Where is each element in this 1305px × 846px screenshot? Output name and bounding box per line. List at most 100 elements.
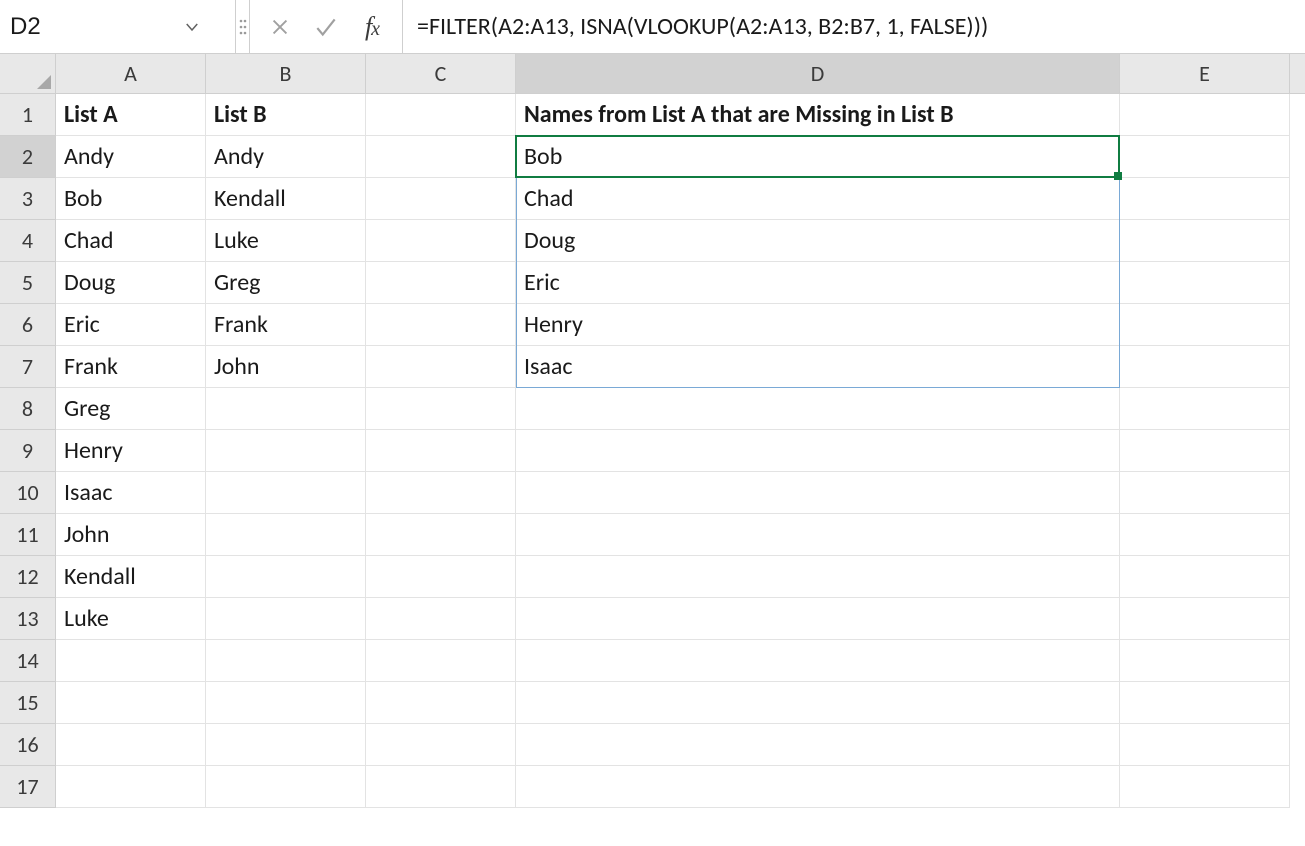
cell-B16[interactable] <box>206 724 366 766</box>
cell-C15[interactable] <box>366 682 516 724</box>
formula-input[interactable] <box>415 11 1293 42</box>
row-header-10[interactable]: 10 <box>0 472 56 514</box>
row-header-4[interactable]: 4 <box>0 220 56 262</box>
insert-function-button[interactable]: fx <box>356 11 388 43</box>
cell-A15[interactable] <box>56 682 206 724</box>
grid[interactable]: List AList B Names from List A that are M… <box>56 94 1305 808</box>
cell-D10[interactable] <box>516 472 1120 514</box>
cell-D5[interactable]: Eric <box>516 262 1120 304</box>
cell-E11[interactable] <box>1120 514 1290 556</box>
cell-B10[interactable] <box>206 472 366 514</box>
cell-E5[interactable] <box>1120 262 1290 304</box>
cell-D14[interactable] <box>516 640 1120 682</box>
cell-C2[interactable] <box>366 136 516 178</box>
cell-E15[interactable] <box>1120 682 1290 724</box>
cell-A14[interactable] <box>56 640 206 682</box>
name-box[interactable] <box>8 12 178 42</box>
name-box-dropdown[interactable] <box>178 13 206 41</box>
cell-A7[interactable]: Frank <box>56 346 206 388</box>
cell-C8[interactable] <box>366 388 516 430</box>
cell-A1[interactable]: List A <box>56 94 206 136</box>
cell-D8[interactable] <box>516 388 1120 430</box>
cell-A8[interactable]: Greg <box>56 388 206 430</box>
cell-A13[interactable]: Luke <box>56 598 206 640</box>
formula-bar-splitter[interactable] <box>236 0 250 53</box>
cell-C7[interactable] <box>366 346 516 388</box>
cell-E7[interactable] <box>1120 346 1290 388</box>
cell-D6[interactable]: Henry <box>516 304 1120 346</box>
row-header-1[interactable]: 1 <box>0 94 56 136</box>
cell-E10[interactable] <box>1120 472 1290 514</box>
row-header-14[interactable]: 14 <box>0 640 56 682</box>
cell-B5[interactable]: Greg <box>206 262 366 304</box>
cell-D15[interactable] <box>516 682 1120 724</box>
cell-C1[interactable] <box>366 94 516 136</box>
cell-D9[interactable] <box>516 430 1120 472</box>
cell-B3[interactable]: Kendall <box>206 178 366 220</box>
cell-C17[interactable] <box>366 766 516 808</box>
row-header-8[interactable]: 8 <box>0 388 56 430</box>
cell-A3[interactable]: Bob <box>56 178 206 220</box>
cell-C9[interactable] <box>366 430 516 472</box>
cell-E12[interactable] <box>1120 556 1290 598</box>
cell-D11[interactable] <box>516 514 1120 556</box>
cell-A4[interactable]: Chad <box>56 220 206 262</box>
row-header-15[interactable]: 15 <box>0 682 56 724</box>
cell-E14[interactable] <box>1120 640 1290 682</box>
row-header-17[interactable]: 17 <box>0 766 56 808</box>
column-header-D[interactable]: D <box>516 54 1120 93</box>
cell-E16[interactable] <box>1120 724 1290 766</box>
cell-B13[interactable] <box>206 598 366 640</box>
cell-A6[interactable]: Eric <box>56 304 206 346</box>
row-header-6[interactable]: 6 <box>0 304 56 346</box>
column-header-C[interactable]: C <box>366 54 516 93</box>
enter-formula-button[interactable] <box>310 11 342 43</box>
row-header-2[interactable]: 2 <box>0 136 56 178</box>
cell-E3[interactable] <box>1120 178 1290 220</box>
cell-B15[interactable] <box>206 682 366 724</box>
cell-E13[interactable] <box>1120 598 1290 640</box>
cell-B1[interactable]: List B <box>206 94 366 136</box>
cell-D12[interactable] <box>516 556 1120 598</box>
cell-A16[interactable] <box>56 724 206 766</box>
cell-B6[interactable]: Frank <box>206 304 366 346</box>
cell-E6[interactable] <box>1120 304 1290 346</box>
cell-B9[interactable] <box>206 430 366 472</box>
cell-D2[interactable]: Bob <box>516 136 1120 178</box>
cell-E2[interactable] <box>1120 136 1290 178</box>
cell-A12[interactable]: Kendall <box>56 556 206 598</box>
cell-D4[interactable]: Doug <box>516 220 1120 262</box>
cell-A11[interactable]: John <box>56 514 206 556</box>
cell-A10[interactable]: Isaac <box>56 472 206 514</box>
cell-B2[interactable]: Andy <box>206 136 366 178</box>
cell-E17[interactable] <box>1120 766 1290 808</box>
cell-C11[interactable] <box>366 514 516 556</box>
cell-D1[interactable]: Names from List A that are Missing in Li… <box>516 94 1120 136</box>
row-header-5[interactable]: 5 <box>0 262 56 304</box>
cell-B4[interactable]: Luke <box>206 220 366 262</box>
cell-B14[interactable] <box>206 640 366 682</box>
cell-A9[interactable]: Henry <box>56 430 206 472</box>
cell-D3[interactable]: Chad <box>516 178 1120 220</box>
cell-E8[interactable] <box>1120 388 1290 430</box>
select-all-corner[interactable] <box>0 54 56 94</box>
cell-C14[interactable] <box>366 640 516 682</box>
cell-B12[interactable] <box>206 556 366 598</box>
cell-B8[interactable] <box>206 388 366 430</box>
row-header-13[interactable]: 13 <box>0 598 56 640</box>
cell-C13[interactable] <box>366 598 516 640</box>
cell-C3[interactable] <box>366 178 516 220</box>
cell-C16[interactable] <box>366 724 516 766</box>
cell-C4[interactable] <box>366 220 516 262</box>
cell-B11[interactable] <box>206 514 366 556</box>
cell-C5[interactable] <box>366 262 516 304</box>
column-header-B[interactable]: B <box>206 54 366 93</box>
cell-E9[interactable] <box>1120 430 1290 472</box>
cell-E4[interactable] <box>1120 220 1290 262</box>
column-header-E[interactable]: E <box>1120 54 1290 93</box>
cell-D16[interactable] <box>516 724 1120 766</box>
cell-A2[interactable]: Andy <box>56 136 206 178</box>
cell-B17[interactable] <box>206 766 366 808</box>
row-header-7[interactable]: 7 <box>0 346 56 388</box>
cell-D7[interactable]: Isaac <box>516 346 1120 388</box>
